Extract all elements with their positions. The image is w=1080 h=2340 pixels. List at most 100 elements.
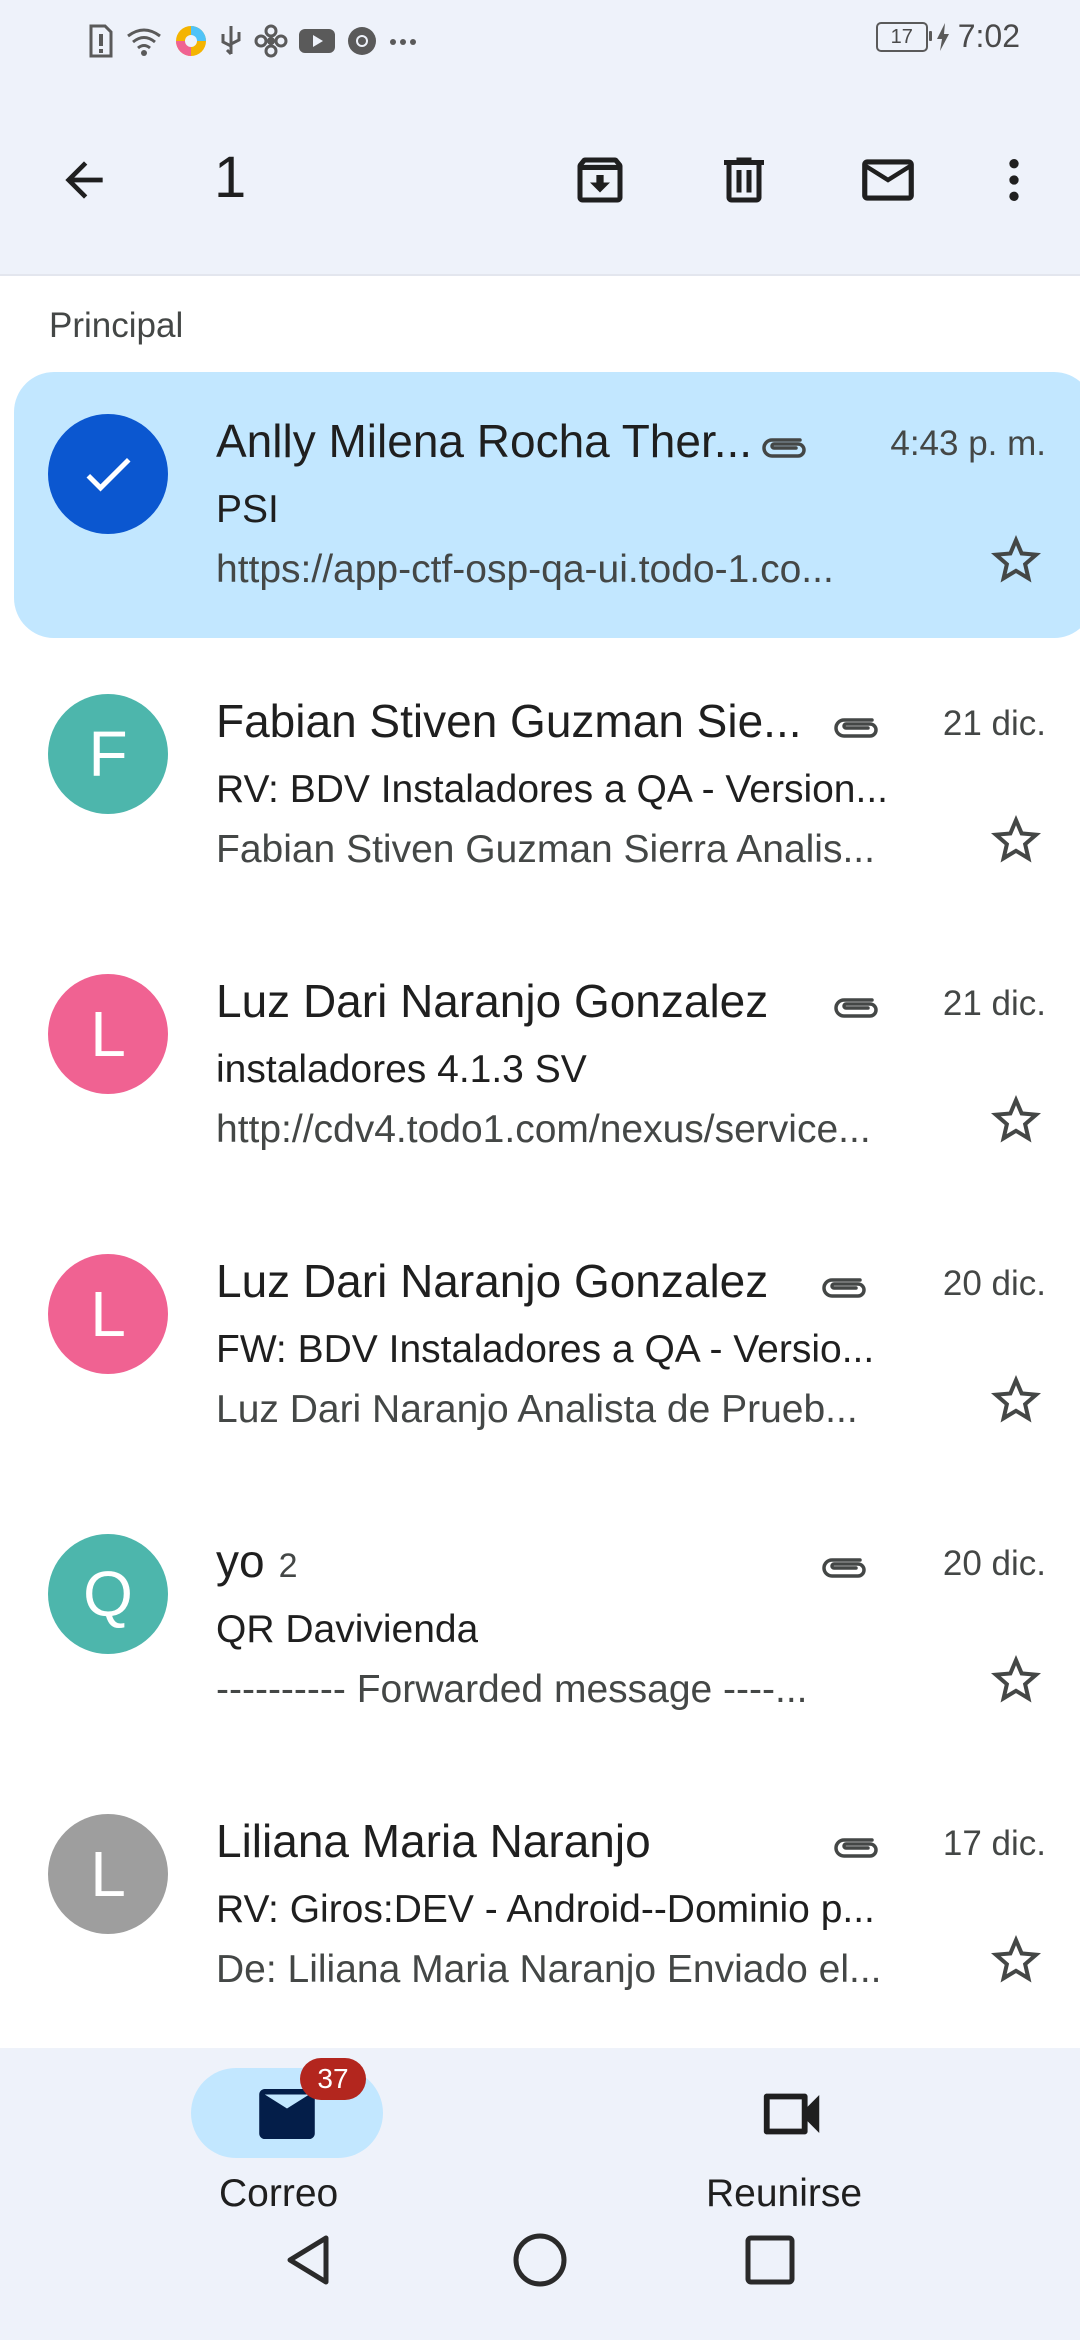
email-snippet: Luz Dari Naranjo Analista de Prueb...: [216, 1388, 858, 1431]
notification-alert-icon: [89, 24, 113, 58]
email-sender: yo 2: [216, 1534, 298, 1588]
star-icon[interactable]: [986, 1090, 1046, 1150]
sender-name: Anlly Milena Rocha Ther...: [216, 415, 753, 467]
chrome-icon: [348, 27, 376, 55]
avatar-letter: Q: [83, 1558, 133, 1630]
nav-home-icon: [513, 2233, 567, 2287]
email-date: 17 dic.: [942, 1824, 1046, 1863]
mail-unread-badge: 37: [300, 2058, 366, 2100]
status-bar: 17 7:02: [0, 0, 1080, 80]
email-subject: RV: BDV Instaladores a QA - Version...: [216, 768, 888, 811]
email-date: 20 dic.: [942, 1544, 1046, 1583]
email-snippet: De: Liliana Maria Naranjo Enviado el...: [216, 1948, 882, 1991]
star-icon[interactable]: [986, 1930, 1046, 1990]
email-snippet: Fabian Stiven Guzman Sierra Analis...: [216, 828, 875, 871]
email-snippet: http://cdv4.todo1.com/nexus/service...: [216, 1108, 871, 1151]
email-subject: FW: BDV Instaladores a QA - Versio...: [216, 1328, 875, 1371]
attachment-icon: [762, 438, 806, 458]
nav-meet-label: Reunirse: [706, 2172, 863, 2215]
mark-unread-button[interactable]: [848, 140, 928, 220]
email-sender: Fabian Stiven Guzman Sie...: [216, 694, 802, 748]
fan-app-icon: [254, 24, 288, 58]
check-icon: [86, 457, 131, 492]
delete-button[interactable]: [704, 140, 784, 220]
selected-count: 1: [214, 145, 247, 210]
avatar[interactable]: L: [48, 974, 168, 1094]
email-row[interactable]: F Fabian Stiven Guzman Sie... 21 dic. RV: B…: [14, 652, 1080, 918]
email-snippet: ---------- Forwarded message ----...: [216, 1668, 808, 1711]
youtube-icon: [299, 29, 335, 53]
archive-button[interactable]: [560, 140, 640, 220]
email-row[interactable]: L Liliana Maria Naranjo 17 dic. RV: Giros:D…: [14, 1772, 1080, 2038]
email-sender: Luz Dari Naranjo Gonzalez: [216, 974, 768, 1028]
email-snippet: https://app-ctf-osp-qa-ui.todo-1.co...: [216, 548, 834, 591]
avatar[interactable]: F: [48, 694, 168, 814]
system-recents-button[interactable]: [740, 2230, 800, 2290]
back-arrow-icon: [65, 161, 103, 199]
attachment-icon: [834, 1838, 878, 1858]
archive-icon: [577, 157, 623, 203]
star-icon[interactable]: [986, 1650, 1046, 1710]
email-row[interactable]: L Luz Dari Naranjo Gonzalez 21 dic. instala…: [14, 932, 1080, 1198]
email-date: 4:43 p. m.: [890, 424, 1046, 463]
wifi-icon: [127, 28, 161, 56]
star-icon[interactable]: [986, 1370, 1046, 1430]
system-home-button[interactable]: [510, 2230, 570, 2290]
colorful-app-icon: [176, 26, 206, 56]
battery-indicator: 17: [875, 21, 932, 52]
sender-name: Luz Dari Naranjo Gonzalez: [216, 975, 769, 1027]
system-back-button[interactable]: [280, 2230, 340, 2290]
email-subject: RV: Giros:DEV - Android--Dominio p...: [216, 1888, 875, 1931]
sender-name: Luz Dari Naranjo Gonzalez: [216, 1255, 769, 1307]
nav-recents-icon: [745, 2235, 795, 2285]
clock: 7:02: [957, 18, 1020, 54]
email-date: 21 dic.: [942, 704, 1046, 743]
email-subject: instaladores 4.1.3 SV: [216, 1048, 587, 1091]
delete-icon: [724, 157, 764, 203]
email-date: 20 dic.: [942, 1264, 1046, 1303]
email-subject: PSI: [216, 488, 279, 531]
bottom-navigation: 37 Correo Reunirse: [0, 2048, 1080, 2340]
email-subject: QR Davivienda: [216, 1608, 479, 1651]
email-row[interactable]: Anlly Milena Rocha Ther... 4:43 p. m. PSI h…: [14, 372, 1080, 638]
avatar[interactable]: L: [48, 1254, 168, 1374]
attachment-icon: [834, 718, 878, 738]
status-right: 17 7:02: [875, 18, 1020, 55]
video-icon: [763, 2093, 820, 2135]
email-row[interactable]: L Luz Dari Naranjo Gonzalez 20 dic. FW: BDV…: [14, 1212, 1080, 1478]
star-icon[interactable]: [986, 530, 1046, 590]
avatar[interactable]: Q: [48, 1534, 168, 1654]
status-icons: [88, 20, 418, 62]
nav-back-icon: [287, 2235, 329, 2285]
attachment-icon: [822, 1278, 866, 1298]
attachment-icon: [834, 998, 878, 1018]
avatar-selected[interactable]: [48, 414, 168, 534]
avatar-letter: L: [90, 998, 126, 1070]
sender-name: yo: [216, 1535, 265, 1587]
top-app-bar: 17 7:02 1: [0, 0, 1080, 276]
charging-icon: [936, 22, 949, 51]
more-notifications-icon: [390, 39, 416, 45]
avatar-letter: L: [90, 1838, 126, 1910]
mark-unread-icon: [862, 159, 914, 201]
avatar-letter: F: [88, 718, 128, 790]
more-vert-icon: [1009, 159, 1019, 201]
attachment-icon: [822, 1558, 866, 1578]
avatar[interactable]: L: [48, 1814, 168, 1934]
section-label: Principal: [49, 306, 184, 345]
email-row[interactable]: Qyo 2 20 dic. QR Davivienda ---------- Forwa…: [14, 1492, 1080, 1758]
back-button[interactable]: [44, 140, 124, 220]
thread-count: 2: [278, 1547, 298, 1585]
sender-name: Fabian Stiven Guzman Sie...: [216, 695, 802, 747]
nav-mail-label: Correo: [219, 2172, 339, 2215]
usb-icon: [221, 26, 241, 56]
selection-action-bar: 1: [0, 120, 1080, 240]
email-sender: Anlly Milena Rocha Ther...: [216, 414, 752, 468]
email-date: 21 dic.: [942, 984, 1046, 1023]
email-sender: Luz Dari Naranjo Gonzalez: [216, 1254, 768, 1308]
avatar-letter: L: [90, 1278, 126, 1350]
sender-name: Liliana Maria Naranjo: [216, 1815, 651, 1867]
star-icon[interactable]: [986, 810, 1046, 870]
email-sender: Liliana Maria Naranjo: [216, 1814, 651, 1868]
more-options-button[interactable]: [974, 140, 1054, 220]
